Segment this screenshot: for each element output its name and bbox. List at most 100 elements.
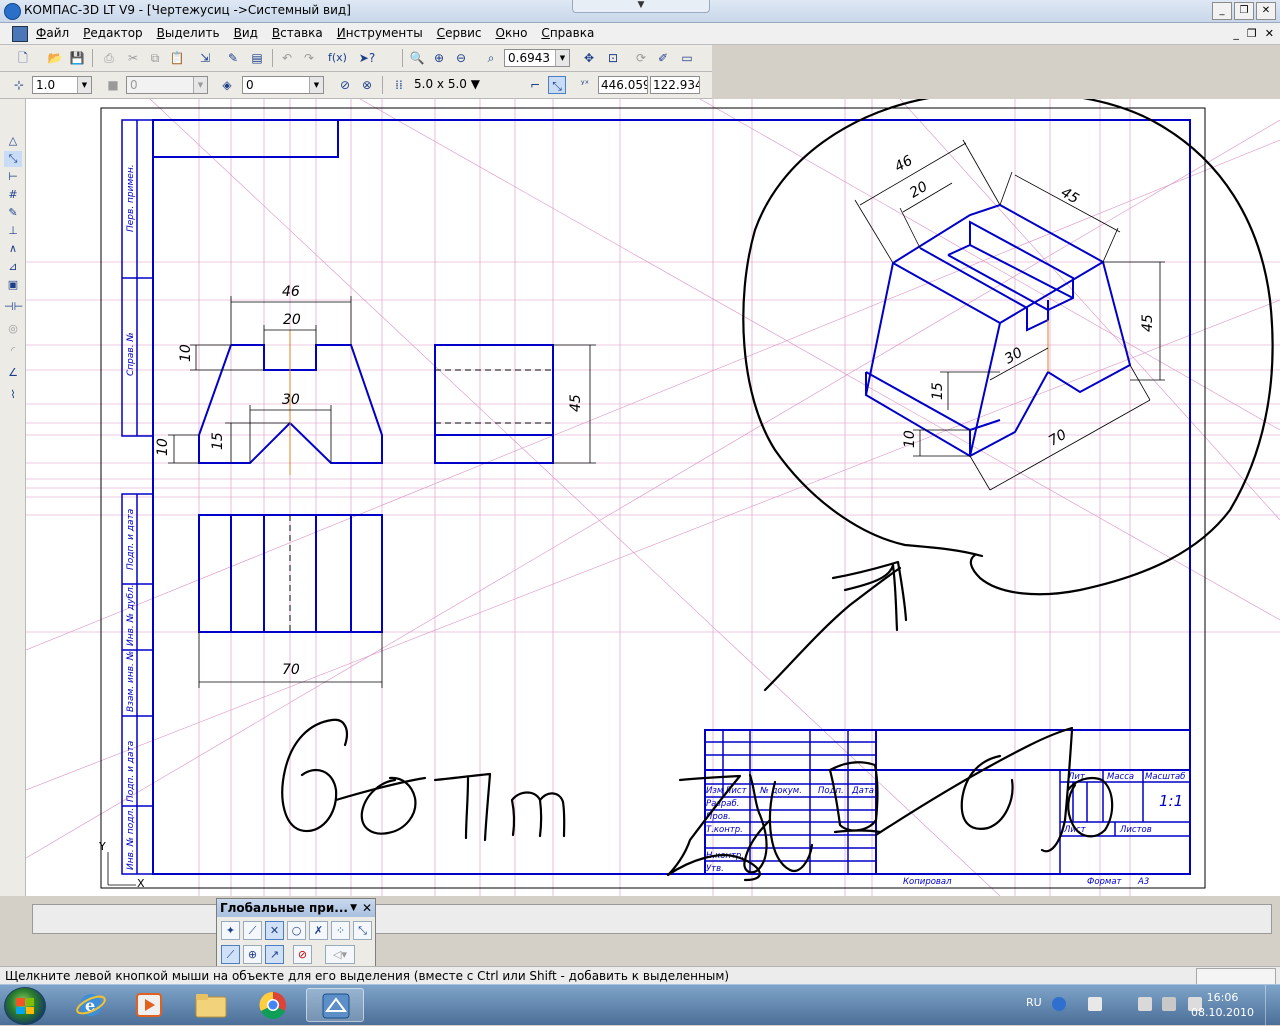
- symbols-icon[interactable]: #: [4, 187, 22, 203]
- snap-tangent-icon[interactable]: ○: [287, 921, 306, 940]
- restore-button[interactable]: ❐: [1234, 2, 1254, 20]
- tree-view-icon[interactable]: ✎: [224, 49, 242, 67]
- menu-edit[interactable]: Редактор: [83, 26, 142, 40]
- minimize-button[interactable]: _: [1212, 2, 1232, 20]
- layer-combo[interactable]: 0 ▼: [242, 76, 324, 94]
- point-icon[interactable]: ⤡: [4, 151, 22, 167]
- new-document-icon[interactable]: 🗋: [14, 49, 32, 67]
- open-folder-icon[interactable]: 📂: [46, 49, 64, 67]
- snap-middle-icon[interactable]: ⟋: [221, 945, 240, 964]
- function-icon[interactable]: f(x): [328, 49, 347, 67]
- menu-window[interactable]: Окно: [496, 26, 528, 40]
- battery-icon[interactable]: [1162, 997, 1176, 1011]
- print-icon[interactable]: ⎙: [100, 49, 118, 67]
- chevron-down-icon[interactable]: ▼: [555, 50, 569, 66]
- chevron-down-icon[interactable]: ▼: [193, 77, 207, 93]
- library-icon[interactable]: ▤: [248, 49, 266, 67]
- save-icon[interactable]: 💾: [68, 49, 86, 67]
- chevron-down-icon[interactable]: ▼: [350, 899, 357, 917]
- spec-icon[interactable]: ▣: [4, 277, 22, 293]
- snap-options-icon[interactable]: ◁▾: [325, 945, 355, 964]
- mdi-restore-button[interactable]: ❐: [1247, 27, 1257, 40]
- coord-y-field[interactable]: 122.934: [650, 76, 700, 94]
- copy-icon[interactable]: ⧉: [146, 49, 164, 67]
- grid-icon[interactable]: ⁞⁞: [390, 76, 408, 94]
- close-button[interactable]: ✕: [1256, 2, 1276, 20]
- media-player-icon[interactable]: [120, 988, 178, 1022]
- grid-step[interactable]: 5.0 x 5.0 ▼: [412, 76, 486, 94]
- start-button[interactable]: [4, 987, 46, 1025]
- line-style-icon[interactable]: ⊹: [10, 76, 28, 94]
- zoom-window-icon[interactable]: 🔍: [408, 49, 426, 67]
- drawing-canvas[interactable]: Перв. примен. Справ. № Подп. и дата Инв.…: [26, 99, 1280, 896]
- document-icon[interactable]: [12, 26, 28, 42]
- zoom-out-icon[interactable]: ⊖: [452, 49, 470, 67]
- snap-center-icon[interactable]: ⊕: [243, 945, 262, 964]
- pan-icon[interactable]: ✥: [580, 49, 598, 67]
- edit-icon[interactable]: ✎: [4, 205, 22, 221]
- refresh-icon[interactable]: ⟳: [632, 49, 650, 67]
- chrome-icon[interactable]: [244, 988, 302, 1022]
- snap-point-on-curve-icon[interactable]: ↗: [265, 945, 284, 964]
- linear-dim-icon[interactable]: ⊣⊢: [4, 299, 23, 315]
- ortho-mode-icon[interactable]: ⌐: [526, 76, 544, 94]
- undo-icon[interactable]: ↶: [278, 49, 296, 67]
- snap-grid-icon[interactable]: ⁘: [331, 921, 350, 940]
- coord-x-field[interactable]: 446.059: [598, 76, 648, 94]
- redo-icon[interactable]: ↷: [300, 49, 318, 67]
- mdi-minimize-button[interactable]: _: [1233, 27, 1239, 40]
- snap-intersection-icon[interactable]: ⟋: [243, 921, 262, 940]
- menu-insert[interactable]: Вставка: [272, 26, 323, 40]
- round-snap-icon[interactable]: ⤡: [548, 76, 566, 94]
- geometry-icon[interactable]: △: [4, 133, 22, 149]
- zoom-combo[interactable]: 0.6943 ▼: [504, 49, 570, 67]
- internet-explorer-icon[interactable]: e: [62, 988, 120, 1022]
- action-center-icon[interactable]: [1088, 997, 1102, 1011]
- angle-tool-icon[interactable]: ∠: [4, 365, 22, 381]
- language-indicator[interactable]: RU: [1026, 996, 1042, 1009]
- snap-nearest-point-icon[interactable]: ✦: [221, 921, 240, 940]
- measure-icon[interactable]: ∧: [4, 241, 22, 257]
- line-style-combo[interactable]: 1.0 ▼: [32, 76, 92, 94]
- menu-tools[interactable]: Инструменты: [337, 26, 423, 40]
- chevron-down-icon[interactable]: ▼: [309, 77, 323, 93]
- view-manager-icon[interactable]: ▭: [678, 49, 696, 67]
- help-icon[interactable]: [1052, 997, 1066, 1011]
- chevron-down-icon[interactable]: ▼: [77, 77, 91, 93]
- zoom-scale-icon[interactable]: ⌕: [482, 49, 500, 67]
- copy-properties-icon[interactable]: ⇲: [196, 49, 214, 67]
- menu-view[interactable]: Вид: [234, 26, 258, 40]
- snap-icon[interactable]: ⊘: [336, 76, 354, 94]
- show-desktop-button[interactable]: [1265, 985, 1280, 1025]
- drawing-svg[interactable]: Перв. примен. Справ. № Подп. и дата Инв.…: [26, 99, 1280, 896]
- pin-toggle-icon[interactable]: ▼: [572, 0, 710, 13]
- paste-icon[interactable]: 📋: [168, 49, 186, 67]
- clock[interactable]: 16:06 08.10.2010: [1191, 990, 1254, 1020]
- network-icon[interactable]: [1138, 997, 1152, 1011]
- arc-tool-icon[interactable]: ◜: [4, 343, 22, 359]
- snap-angle-icon[interactable]: ⤡: [353, 921, 372, 940]
- kompas-taskbar-icon[interactable]: [306, 988, 364, 1022]
- global-snaps-header[interactable]: Глобальные при... ▼ ✕: [217, 899, 375, 917]
- snap-normal-icon[interactable]: ✗: [309, 921, 328, 940]
- select-icon[interactable]: ⊿: [4, 259, 22, 275]
- snap-cross-icon[interactable]: ✕: [265, 921, 284, 940]
- parametrize-icon[interactable]: ⊥: [4, 223, 22, 239]
- menu-service[interactable]: Сервис: [437, 26, 482, 40]
- zoom-in-icon[interactable]: ⊕: [430, 49, 448, 67]
- break-tool-icon[interactable]: ⌇: [4, 387, 22, 403]
- circle-tool-icon[interactable]: ◎: [4, 321, 22, 337]
- show-all-icon[interactable]: ⊡: [604, 49, 622, 67]
- kompas-app-icon[interactable]: [4, 3, 21, 20]
- snap-magnet-icon[interactable]: ⊘: [293, 945, 312, 964]
- menu-help[interactable]: Справка: [541, 26, 594, 40]
- cut-icon[interactable]: ✂: [124, 49, 142, 67]
- menu-file[interactable]: Файл: [36, 26, 69, 40]
- dimensions-icon[interactable]: ⊢: [4, 169, 22, 185]
- layer-icon[interactable]: ◈: [218, 76, 236, 94]
- state-combo[interactable]: 0 ▼: [126, 76, 208, 94]
- magnet-icon[interactable]: ⊗: [358, 76, 376, 94]
- help-pointer-icon[interactable]: ➤?: [358, 49, 376, 67]
- close-icon[interactable]: ✕: [362, 899, 372, 917]
- explorer-folder-icon[interactable]: [182, 988, 240, 1022]
